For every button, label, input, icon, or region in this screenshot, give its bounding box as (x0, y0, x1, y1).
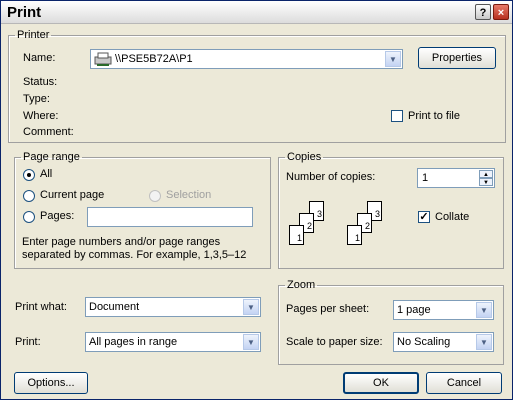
print-range-dropdown[interactable]: All pages in range ▼ (85, 332, 261, 352)
printer-where-label: Where: (23, 110, 59, 122)
collate-page: 1 (289, 225, 304, 245)
spin-down-icon[interactable]: ▼ (479, 178, 493, 186)
printer-name-label: Name: (23, 52, 56, 64)
page-range-pages-radio[interactable] (23, 211, 35, 223)
chevron-down-icon[interactable]: ▼ (243, 334, 259, 350)
chevron-down-icon[interactable]: ▼ (385, 51, 401, 67)
page-range-all-radio[interactable] (23, 169, 35, 181)
printer-icon (94, 52, 112, 66)
print-what-dropdown[interactable]: Document ▼ (85, 297, 261, 317)
copies-group-label: Copies (287, 151, 322, 163)
page-range-pages-label: Pages: (40, 210, 75, 222)
print-what-value: Document (89, 301, 140, 313)
scale-to-paper-label: Scale to paper size: (286, 336, 383, 348)
zoom-group: Zoom (278, 279, 504, 365)
copies-number-input[interactable]: 1 ▲ ▼ (417, 168, 495, 188)
pages-per-sheet-dropdown[interactable]: 1 page ▼ (393, 300, 494, 320)
title-bar[interactable]: Print ? × (1, 1, 512, 24)
print-range-label: Print: (15, 336, 41, 348)
printer-name-dropdown[interactable]: \\PSE5B72A\P1 ▼ (90, 49, 403, 69)
print-what-label: Print what: (15, 301, 67, 313)
page-range-selection-label: Selection (166, 189, 212, 201)
collate-label: Collate (435, 211, 470, 223)
help-icon[interactable]: ? (475, 4, 491, 20)
options-button[interactable]: Options... (14, 372, 88, 394)
copies-number-value: 1 (422, 172, 429, 184)
window-title: Print (7, 4, 42, 21)
print-range-value: All pages in range (89, 336, 178, 348)
collate-checkbox[interactable]: ✓ (418, 211, 430, 223)
collate-page: 1 (347, 225, 362, 245)
scale-to-paper-value: No Scaling (397, 336, 451, 348)
zoom-group-label: Zoom (287, 279, 316, 291)
page-range-hint-line2: separated by commas. For example, 1,3,5–… (22, 249, 247, 261)
page-range-current-radio[interactable] (23, 190, 35, 202)
printer-group-label: Printer (17, 29, 50, 41)
printer-name-value: \\PSE5B72A\P1 (115, 53, 193, 65)
chevron-down-icon[interactable]: ▼ (243, 299, 259, 315)
properties-button[interactable]: Properties (418, 47, 496, 69)
print-to-file-checkbox[interactable] (391, 110, 403, 122)
page-range-current-label: Current page (40, 189, 105, 201)
printer-status-label: Status: (23, 76, 58, 88)
close-icon[interactable]: × (493, 4, 509, 20)
printer-comment-label: Comment: (23, 126, 74, 138)
page-range-all-label: All (40, 168, 53, 180)
print-dialog: Print ? × Printer Name: \\PSE5B72A\P1 ▼ … (0, 0, 513, 400)
cancel-button[interactable]: Cancel (426, 372, 502, 394)
printer-type-label: Type: (23, 93, 50, 105)
page-range-selection-radio (149, 190, 161, 202)
page-range-group-label: Page range (23, 151, 80, 163)
print-to-file-label: Print to file (408, 110, 460, 122)
page-range-hint-line1: Enter page numbers and/or page ranges (22, 236, 221, 248)
chevron-down-icon[interactable]: ▼ (476, 334, 492, 350)
ok-button[interactable]: OK (343, 372, 419, 394)
page-range-pages-input[interactable] (87, 207, 253, 227)
copies-number-label: Number of copies: (286, 171, 376, 183)
pages-per-sheet-value: 1 page (397, 304, 431, 316)
chevron-down-icon[interactable]: ▼ (476, 302, 492, 318)
spin-up-icon[interactable]: ▲ (479, 170, 493, 178)
pages-per-sheet-label: Pages per sheet: (286, 303, 370, 315)
scale-to-paper-dropdown[interactable]: No Scaling ▼ (393, 332, 494, 352)
